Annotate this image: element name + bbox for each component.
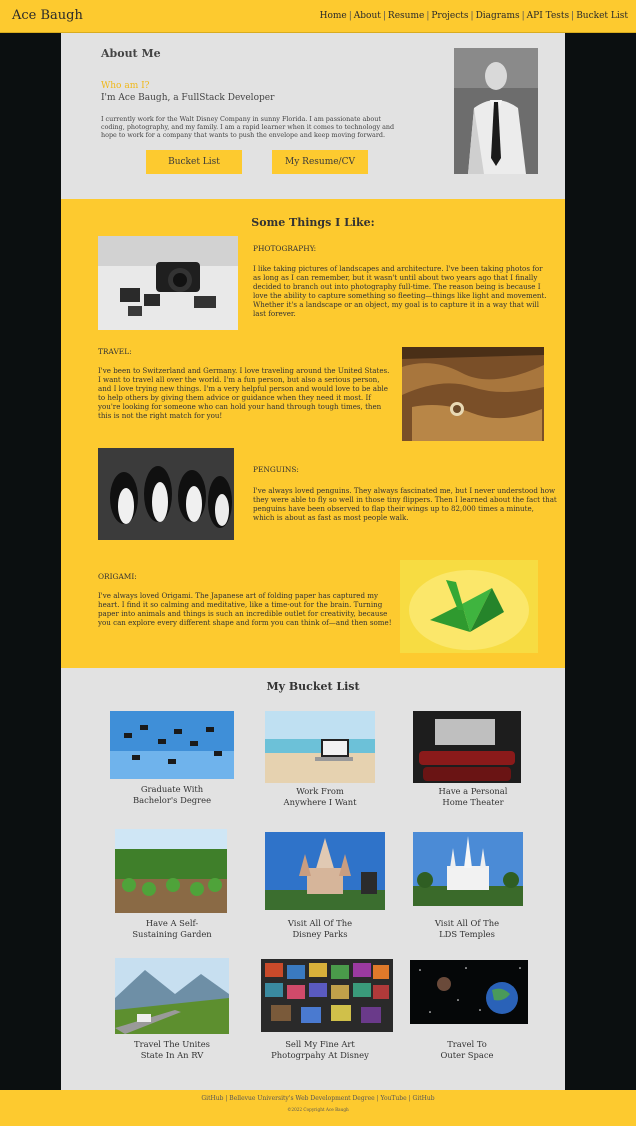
travel-text: I've been to Switzerland and Germany. I … bbox=[98, 366, 390, 420]
bucket-label-line: State In An RV bbox=[140, 1050, 204, 1060]
bucket-label-line: Home Theater bbox=[442, 797, 504, 807]
bucket-list-button[interactable]: Bucket List bbox=[146, 150, 242, 174]
nav-link-resume[interactable]: Resume bbox=[388, 11, 424, 21]
bucket-image-home-theater bbox=[413, 711, 521, 783]
bucket-label-line: Sustaining Garden bbox=[132, 929, 212, 939]
intro-line: I'm Ace Baugh, a FullStack Developer bbox=[101, 93, 275, 103]
bucket-label-line: Bachelor's Degree bbox=[132, 795, 212, 805]
bucket-image-disney-parks bbox=[265, 832, 385, 910]
camera-photo bbox=[98, 236, 238, 330]
bucket-label-line: Have a Personal bbox=[438, 786, 508, 796]
bucket-label-outer-space: Travel To Outer Space bbox=[405, 1039, 529, 1061]
bucket-label-line: Anywhere I Want bbox=[283, 797, 357, 807]
site-brand[interactable]: Ace Baugh bbox=[12, 8, 83, 23]
bucket-image-lds-temples bbox=[413, 832, 523, 906]
bucket-label-lds-temples: Visit All Of The LDS Temples bbox=[405, 918, 529, 940]
bucket-label-remote-work: Work From Anywhere I Want bbox=[258, 786, 382, 808]
nav-link-home[interactable]: Home bbox=[320, 11, 347, 21]
bucket-label-line: Sell My Fine Art bbox=[285, 1039, 355, 1049]
bucket-label-line: Travel To bbox=[447, 1039, 487, 1049]
photography-text: I like taking pictures of landscapes and… bbox=[253, 264, 547, 318]
nav-separator: | bbox=[470, 11, 474, 21]
who-am-i-heading: Who am I? bbox=[101, 81, 150, 91]
nav-separator: | bbox=[521, 11, 525, 21]
footer-links: GitHub | Bellevue University's Web Devel… bbox=[201, 1095, 435, 1102]
nav-link-bucket-list[interactable]: Bucket List bbox=[576, 11, 628, 21]
footer-link-bellevue[interactable]: Bellevue University's Web Development De… bbox=[229, 1095, 374, 1102]
photography-heading: PHOTOGRAPHY: bbox=[253, 244, 317, 253]
origami-crane-photo bbox=[400, 560, 538, 653]
bucket-image-remote-work bbox=[265, 711, 375, 783]
nav-separator: | bbox=[382, 11, 386, 21]
resume-button[interactable]: My Resume/CV bbox=[272, 150, 368, 174]
main-nav: Home | About | Resume | Projects | Diagrams | API … bbox=[320, 11, 628, 21]
bucket-label-line: LDS Temples bbox=[439, 929, 495, 939]
bucket-label-rv: Travel The Unites State In An RV bbox=[110, 1039, 234, 1061]
bucket-label-line: Travel The Unites bbox=[134, 1039, 210, 1049]
bucket-label-line: Disney Parks bbox=[292, 929, 348, 939]
nav-link-diagrams[interactable]: Diagrams bbox=[476, 11, 520, 21]
bucket-label-disney-parks: Visit All Of The Disney Parks bbox=[258, 918, 382, 940]
about-section: About Me Who am I? I'm Ace Baugh, a Full… bbox=[61, 33, 565, 199]
bucket-image-graduation bbox=[110, 711, 234, 779]
bucket-image-art-photography bbox=[261, 959, 393, 1032]
origami-heading: ORIGAMI: bbox=[98, 572, 137, 581]
map-photo bbox=[402, 347, 544, 441]
nav-link-projects[interactable]: Projects bbox=[431, 11, 468, 21]
bucket-label-line: Photogrpahy At Disney bbox=[271, 1050, 369, 1060]
bucket-label-art-photography: Sell My Fine Art Photogrpahy At Disney bbox=[258, 1039, 382, 1061]
bucket-label-garden: Have A Self- Sustaining Garden bbox=[110, 918, 234, 940]
bucket-image-outer-space bbox=[410, 960, 528, 1024]
likes-title: Some Things I Like: bbox=[251, 216, 375, 229]
nav-link-about[interactable]: About bbox=[354, 11, 381, 21]
bucket-label-line: Visit All Of The bbox=[287, 918, 353, 928]
likes-section: Some Things I Like: PHOTOGRAPHY: I like … bbox=[61, 199, 565, 668]
bucket-label-line: Visit All Of The bbox=[434, 918, 500, 928]
bucket-label-line: Outer Space bbox=[440, 1050, 494, 1060]
bucket-label-graduation: Graduate With Bachelor's Degree bbox=[110, 784, 234, 806]
bucket-list-title: My Bucket List bbox=[266, 680, 360, 693]
bucket-label-line: Graduate With bbox=[140, 784, 204, 794]
footer: GitHub | Bellevue University's Web Devel… bbox=[0, 1090, 636, 1126]
bucket-label-line: Work From bbox=[296, 786, 344, 796]
nav-link-api-tests[interactable]: API Tests bbox=[527, 11, 569, 21]
about-title: About Me bbox=[101, 47, 161, 60]
about-text: I currently work for the Walt Disney Com… bbox=[101, 115, 395, 139]
bucket-label-home-theater: Have a Personal Home Theater bbox=[411, 786, 535, 808]
travel-heading: TRAVEL: bbox=[98, 347, 132, 356]
penguins-heading: PENGUINS: bbox=[253, 465, 299, 474]
footer-link-github-2[interactable]: GitHub bbox=[413, 1095, 435, 1102]
bucket-image-garden bbox=[115, 829, 227, 913]
portrait-photo bbox=[454, 48, 538, 174]
penguins-photo bbox=[98, 448, 234, 540]
nav-separator: | bbox=[348, 11, 352, 21]
top-nav-bar: Ace Baugh Home | About | Resume | Projects | Dia… bbox=[0, 0, 636, 33]
bucket-label-line: Have A Self- bbox=[145, 918, 199, 928]
penguins-text: I've always loved penguins. They always … bbox=[253, 486, 557, 522]
copyright-text: ©2022 Copyright Ace Baugh bbox=[287, 1107, 349, 1112]
bucket-list-section: My Bucket List Graduate With Bachelor's … bbox=[61, 668, 565, 1090]
footer-link-github[interactable]: GitHub bbox=[201, 1095, 223, 1102]
bucket-image-rv bbox=[115, 958, 229, 1034]
footer-link-youtube[interactable]: YouTube bbox=[381, 1095, 407, 1102]
origami-text: I've always loved Origami. The Japanese … bbox=[98, 591, 392, 627]
